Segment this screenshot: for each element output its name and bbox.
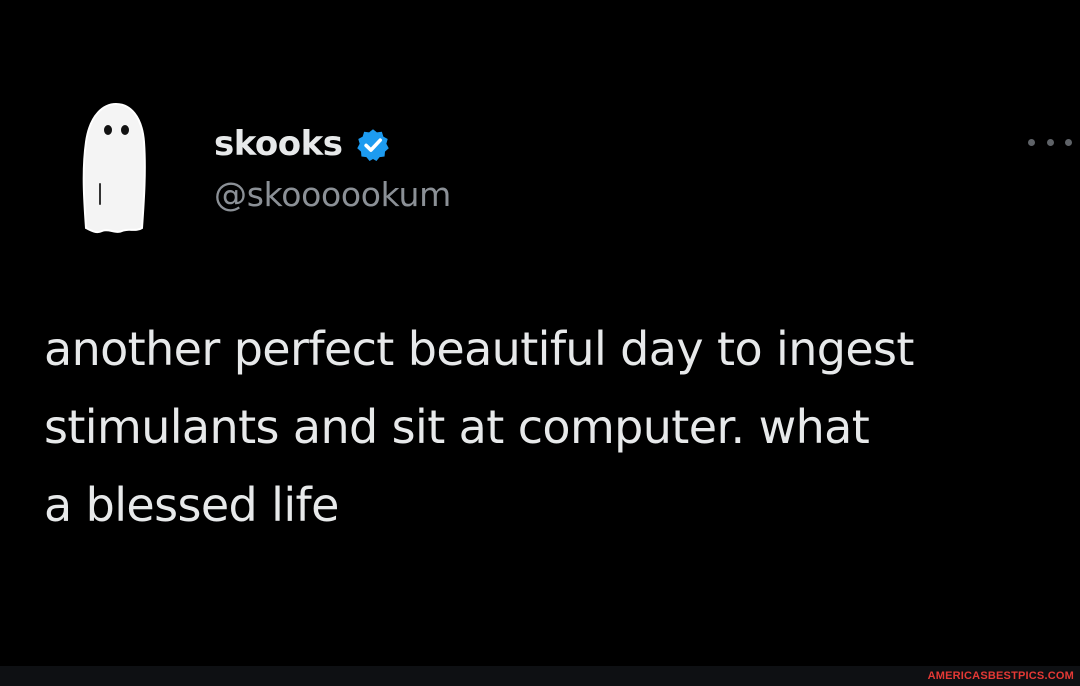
more-dot: [1046, 138, 1054, 146]
footer-bar: AMERICASBESTPICS.COM: [0, 666, 1080, 686]
more-options-icon[interactable]: [1028, 130, 1072, 154]
more-dot: [1065, 138, 1072, 146]
watermark: AMERICASBESTPICS.COM: [927, 670, 1074, 682]
tweet-text: another perfect beautiful day to ingest …: [44, 322, 914, 532]
author-name-row[interactable]: skooks: [214, 120, 391, 168]
author-handle[interactable]: @skoooookum: [214, 172, 451, 218]
verified-badge-icon: [356, 129, 389, 162]
author-display-name[interactable]: skooks: [214, 120, 343, 168]
more-dot: [1028, 138, 1035, 146]
ghost-icon[interactable]: [78, 100, 150, 236]
tweet-card: skooks @skoooookum another perfect beaut…: [0, 0, 1080, 666]
